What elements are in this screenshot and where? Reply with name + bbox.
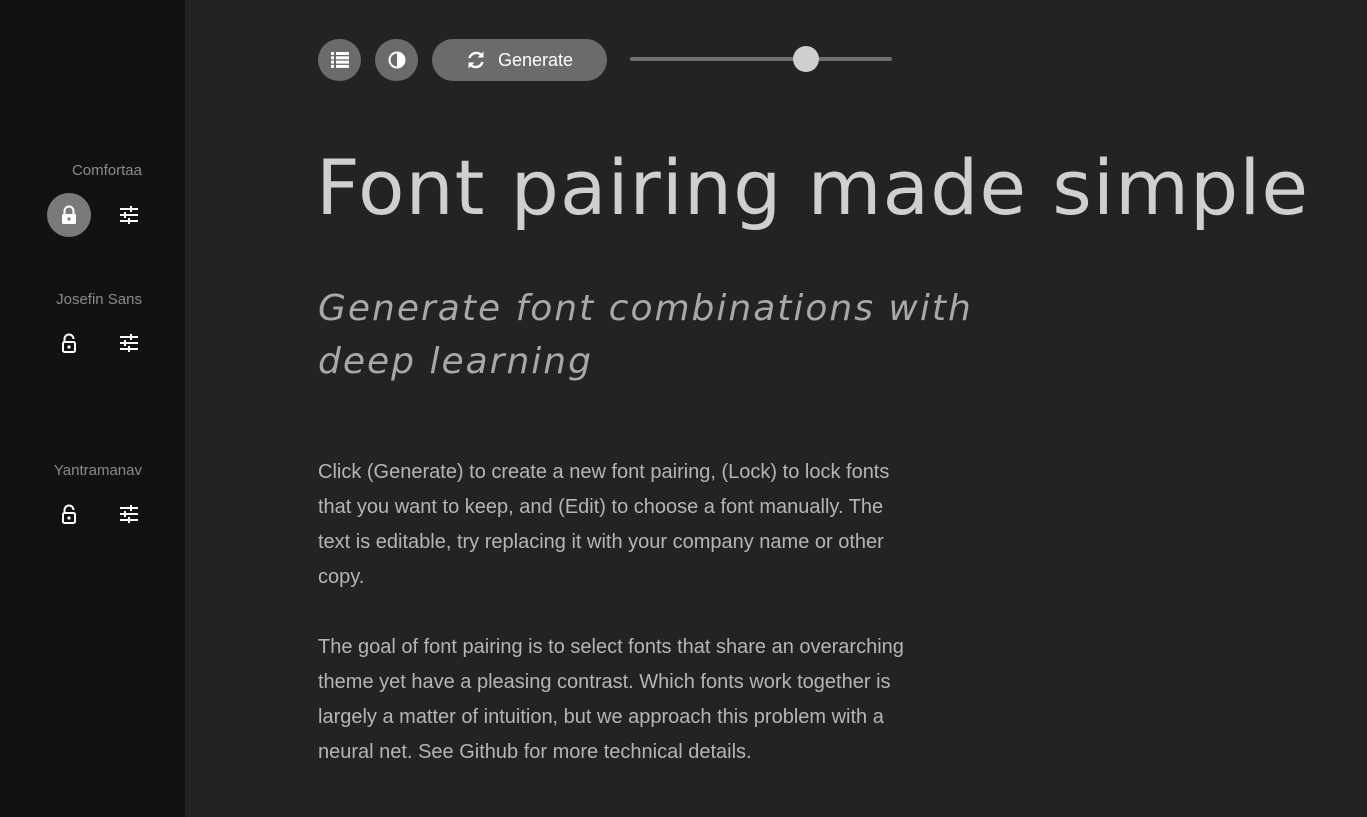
refresh-icon [468, 51, 484, 69]
unlock-icon [62, 333, 76, 353]
tune-icon [120, 505, 138, 523]
contrast-icon [388, 51, 405, 69]
lock-button[interactable] [47, 193, 91, 237]
font-name-label: Comfortaa [71, 162, 142, 179]
tune-icon [120, 206, 138, 224]
lock-button[interactable] [47, 492, 91, 536]
unlock-icon [62, 504, 76, 524]
edit-font-button[interactable] [107, 492, 151, 536]
body-paragraph[interactable]: Click (Generate) to create a new font pa… [318, 455, 918, 595]
body-paragraph[interactable]: The goal of font pairing is to select fo… [318, 630, 918, 770]
temperature-slider[interactable] [630, 46, 892, 72]
main-content: Generate Font pairing made simple Genera… [185, 0, 1367, 817]
edit-font-button[interactable] [107, 321, 151, 365]
page-subheading[interactable]: Generate font combinations with deep lea… [318, 282, 1038, 388]
sidebar: Comfortaa Josefin Sans Yantramanav [0, 0, 185, 817]
generate-button[interactable]: Generate [432, 39, 607, 81]
edit-font-button[interactable] [107, 193, 151, 237]
tune-icon [120, 334, 138, 352]
contrast-toggle-button[interactable] [375, 39, 418, 81]
font-name-label: Josefin Sans [56, 291, 142, 308]
list-button[interactable] [318, 39, 361, 81]
lock-icon [62, 205, 76, 224]
page-heading[interactable]: Font pairing made simple [316, 143, 1309, 232]
lock-button[interactable] [47, 321, 91, 365]
font-name-label: Yantramanav [53, 462, 142, 479]
generate-label: Generate [497, 49, 574, 70]
list-icon [330, 52, 349, 68]
slider-thumb[interactable] [792, 46, 819, 72]
